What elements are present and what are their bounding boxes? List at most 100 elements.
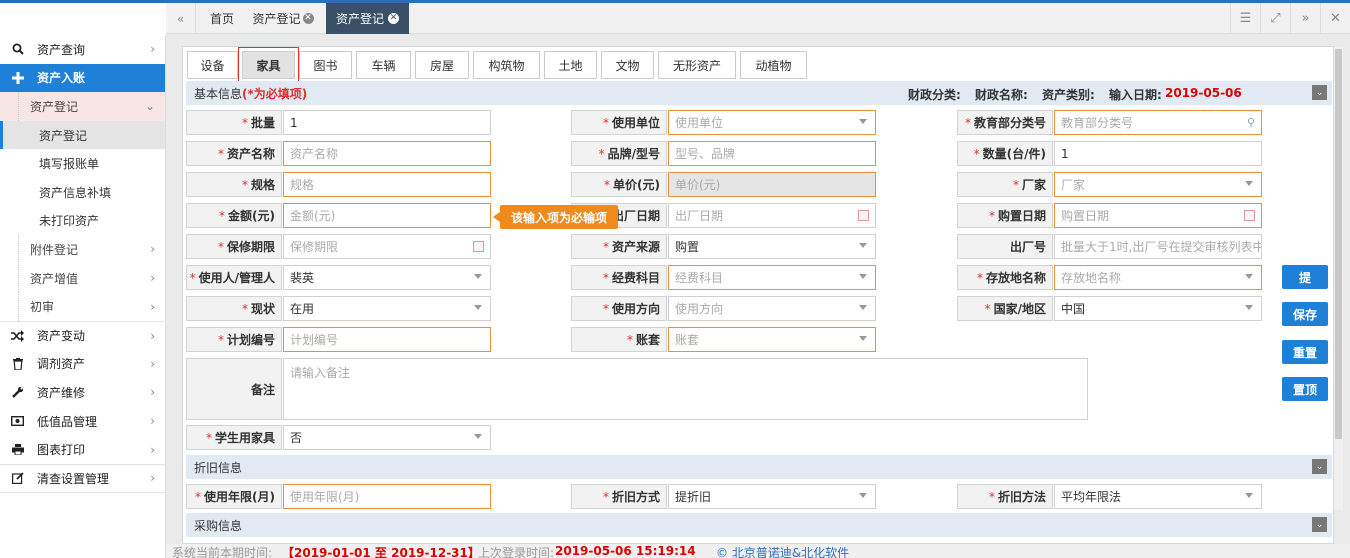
sidebar-item-chart-print[interactable]: 图表打印 › — [0, 435, 165, 464]
storage-location-select[interactable]: 存放地名称 — [1054, 265, 1262, 290]
plan-number-input[interactable]: 计划编号 — [283, 327, 491, 352]
sidebar-item-attachment[interactable]: 附件登记 › — [0, 235, 165, 264]
calendar-icon[interactable] — [473, 241, 484, 252]
sidebar-item-asset-register[interactable]: 资产登记 — [0, 120, 165, 150]
sidebar-item-asset-appreciation[interactable]: 资产增值 › — [0, 263, 165, 293]
asset-name-input[interactable]: 资产名称 — [283, 141, 491, 166]
close-icon[interactable]: ✕ — [388, 13, 399, 24]
remark-textarea[interactable]: 请输入备注 — [283, 358, 1088, 420]
sidebar-item-label: 填写报账单 — [39, 157, 100, 172]
submit-button[interactable]: 提 — [1282, 265, 1328, 289]
purchase-date-input[interactable]: 购置日期 — [1054, 203, 1262, 228]
search-icon[interactable]: ⚲ — [1247, 116, 1255, 129]
service-life-input[interactable]: 使用年限(月) — [283, 484, 491, 509]
form-row: * 保修期限 保修期限 * 资产来源 购置 出厂号 批量大于1时,出厂号在提交审核列… — [186, 234, 1332, 259]
sidebar-item-asset-entry[interactable]: 资产入账 — [0, 63, 165, 93]
sidebar-item-asset-query[interactable]: 资产查询 › — [0, 35, 165, 64]
student-furniture-select[interactable]: 否 — [283, 425, 491, 450]
spec-input[interactable]: 规格 — [283, 172, 491, 197]
menu-button[interactable]: ☰ — [1230, 3, 1260, 34]
tab-scroll-right-button[interactable]: » — [1290, 3, 1320, 34]
fiscal-name-label: 财政名称: — [975, 88, 1028, 102]
sidebar-item-asset-change[interactable]: 资产变动 › — [0, 320, 165, 350]
collapse-icon[interactable]: ⌄ — [1312, 517, 1327, 532]
pin-top-button[interactable]: 置顶 — [1282, 377, 1328, 401]
tab-asset-register-1[interactable]: 资产登记 ✕ — [246, 3, 320, 34]
sidebar-item-asset-register-group[interactable]: 资产登记 ⌄ — [0, 92, 165, 121]
fund-subject-select[interactable]: 经费科目 — [668, 265, 876, 290]
tab-home[interactable]: 首页 — [204, 3, 240, 34]
use-unit-field: * 使用单位 使用单位 — [571, 110, 876, 135]
tree-line — [18, 92, 19, 121]
sidebar-item-asset-repair[interactable]: 资产维修 › — [0, 378, 165, 407]
tab-scroll-left-button[interactable]: « — [166, 3, 196, 34]
wrench-icon — [11, 386, 24, 399]
close-icon[interactable]: ✕ — [302, 13, 314, 24]
tab-books[interactable]: 图书 — [299, 51, 352, 79]
fullscreen-button[interactable]: ⤢ — [1260, 3, 1290, 34]
use-direction-select[interactable]: 使用方向 — [668, 296, 876, 321]
sidebar-item-first-review[interactable]: 初审 › — [0, 292, 165, 321]
tab-vehicles[interactable]: 车辆 — [356, 51, 411, 79]
field-label: * 教育部分类号 — [957, 110, 1053, 135]
plus-icon — [11, 71, 24, 84]
tab-furniture[interactable]: 家具 — [238, 47, 299, 83]
user-manager-select[interactable]: 裴英 — [283, 265, 491, 290]
scrollbar-thumb[interactable] — [1335, 49, 1342, 439]
tab-asset-register-2[interactable]: 资产登记 ✕ — [326, 3, 409, 34]
collapse-icon[interactable]: ⌄ — [1312, 85, 1327, 100]
depreciation-method-select[interactable]: 平均年限法 — [1054, 484, 1262, 509]
tab-intangible[interactable]: 无形资产 — [658, 51, 736, 79]
sidebar-item-unprinted-assets[interactable]: 未打印资产 — [0, 207, 165, 236]
tab-label: 房屋 — [429, 58, 454, 73]
batch-input[interactable]: 1 — [283, 110, 491, 135]
service-life-field: * 使用年限(月) 使用年限(月) — [186, 484, 491, 509]
warranty-input[interactable]: 保修期限 — [283, 234, 491, 259]
vertical-scrollbar[interactable] — [1334, 47, 1343, 510]
sidebar-item-label: 资产入账 — [37, 71, 86, 86]
quantity-input[interactable]: 1 — [1054, 141, 1262, 166]
input-date-value: 2019-05-06 — [1165, 86, 1242, 100]
dropdown-arrow-icon — [1245, 181, 1253, 186]
edu-code-input[interactable]: 教育部分类号 ⚲ — [1054, 110, 1262, 135]
sidebar-item-asset-info-supplement[interactable]: 资产信息补填 — [0, 178, 165, 207]
status-field: * 现状 在用 — [186, 296, 491, 321]
serial-input[interactable]: 批量大于1时,出厂号在提交审核列表中填写 — [1054, 234, 1262, 259]
country-select[interactable]: 中国 — [1054, 296, 1262, 321]
fiscal-class-label: 财政分类: — [908, 88, 961, 102]
tab-equipment[interactable]: 设备 — [187, 51, 238, 79]
dropdown-arrow-icon — [474, 434, 482, 439]
tab-label: 首页 — [209, 12, 234, 26]
calendar-icon[interactable] — [1244, 210, 1255, 221]
depreciation-mode-select[interactable]: 提折旧 — [668, 484, 876, 509]
sidebar-item-fill-bill[interactable]: 填写报账单 — [0, 149, 165, 178]
form-row: * 规格 规格 * 单价(元) 单价(元) * 厂家 厂家 — [186, 172, 1332, 197]
collapse-icon[interactable]: ⌄ — [1312, 459, 1327, 474]
sidebar-item-label: 调剂资产 — [37, 357, 86, 372]
tab-houses[interactable]: 房屋 — [415, 51, 469, 79]
tab-relics[interactable]: 文物 — [601, 51, 654, 79]
tab-structures[interactable]: 构筑物 — [473, 51, 540, 79]
reset-button[interactable]: 重置 — [1282, 340, 1328, 364]
tab-plants-animals[interactable]: 动植物 — [740, 51, 807, 79]
status-select[interactable]: 在用 — [283, 296, 491, 321]
sidebar-item-low-value[interactable]: 低值品管理 › — [0, 407, 165, 436]
manufacturer-select[interactable]: 厂家 — [1054, 172, 1262, 197]
calendar-icon[interactable] — [858, 210, 869, 221]
asset-source-field: * 资产来源 购置 — [571, 234, 876, 259]
mfg-date-input[interactable]: 出厂日期 — [668, 203, 876, 228]
sidebar-item-inventory-settings[interactable]: 清查设置管理 › — [0, 463, 165, 493]
asset-source-select[interactable]: 购置 — [668, 234, 876, 259]
dropdown-arrow-icon — [859, 336, 867, 341]
amount-input[interactable]: 金额(元) — [283, 203, 491, 228]
sidebar-item-asset-transfer[interactable]: 调剂资产 › — [0, 350, 165, 379]
sidebar-item-label: 资产查询 — [37, 42, 86, 57]
brand-input[interactable]: 型号、品牌 — [668, 141, 876, 166]
use-unit-select[interactable]: 使用单位 — [668, 110, 876, 135]
close-all-button[interactable]: ✕ — [1320, 3, 1350, 34]
ledger-select[interactable]: 账套 — [668, 327, 876, 352]
chevron-right-icon: › — [150, 471, 155, 486]
tab-label: 动植物 — [755, 58, 792, 73]
tab-land[interactable]: 土地 — [544, 51, 597, 79]
save-button[interactable]: 保存 — [1282, 302, 1328, 326]
